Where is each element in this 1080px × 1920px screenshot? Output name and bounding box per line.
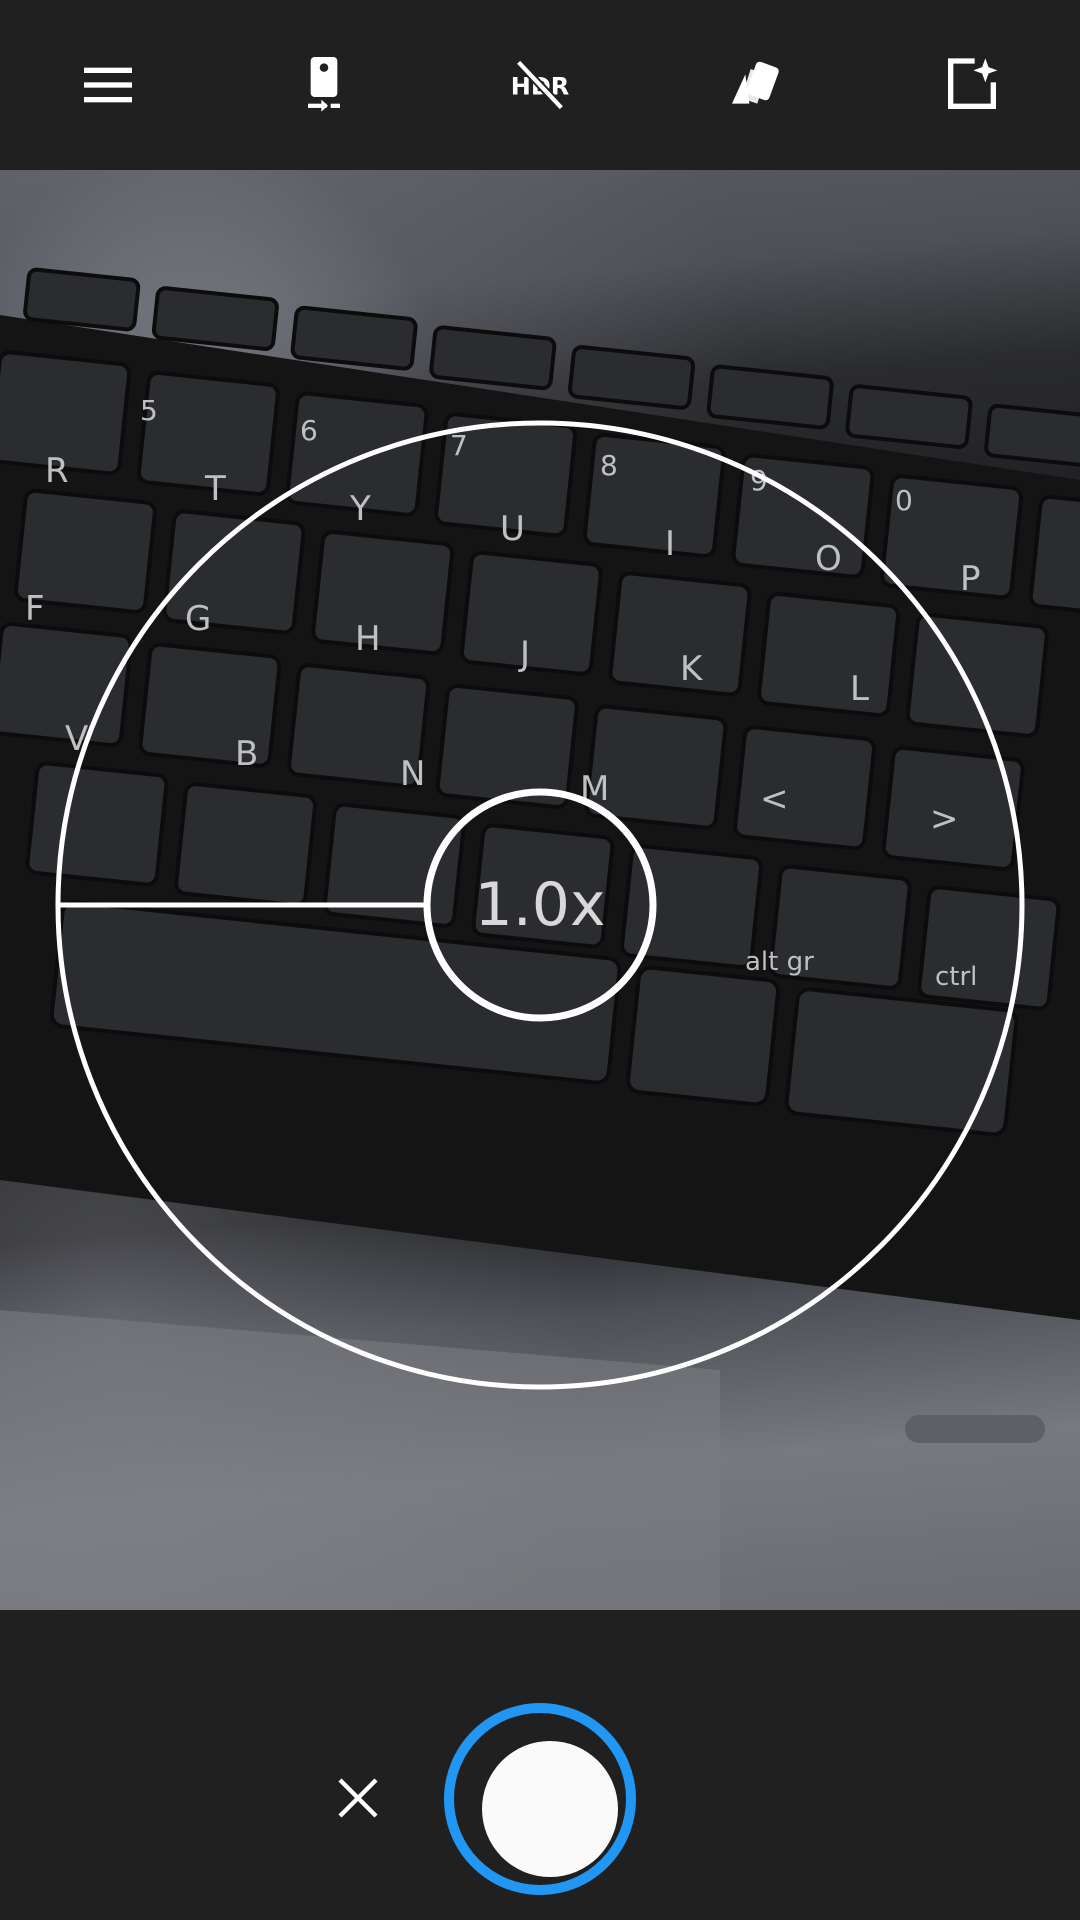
svg-text:Y: Y xyxy=(349,489,371,529)
zoom-level-label: 1.0x xyxy=(474,870,606,940)
svg-text:H: H xyxy=(355,619,381,659)
svg-text:alt gr: alt gr xyxy=(745,947,814,977)
shutter-button[interactable] xyxy=(444,1703,636,1895)
svg-text:9: 9 xyxy=(750,464,768,497)
menu-icon xyxy=(84,67,132,103)
svg-text:5: 5 xyxy=(140,394,158,427)
top-toolbar: HDR xyxy=(0,0,1080,170)
svg-text:N: N xyxy=(400,754,425,794)
svg-text:B: B xyxy=(235,734,258,774)
svg-text:>: > xyxy=(930,799,959,839)
svg-text:8: 8 xyxy=(600,449,618,482)
cancel-button[interactable] xyxy=(322,1762,394,1834)
svg-text:L: L xyxy=(850,669,869,709)
menu-button[interactable] xyxy=(66,43,150,127)
shutter-ring xyxy=(454,1713,626,1885)
svg-text:P: P xyxy=(960,559,981,599)
switch-camera-button[interactable] xyxy=(282,43,366,127)
shutter-inner xyxy=(482,1741,618,1877)
close-icon xyxy=(338,1778,378,1818)
auto-enhance-icon xyxy=(948,58,998,109)
svg-text:F: F xyxy=(25,589,45,629)
hdr-off-icon: HDR xyxy=(511,59,569,111)
filters-icon xyxy=(732,61,779,104)
svg-text:ctrl: ctrl xyxy=(935,962,977,992)
svg-text:U: U xyxy=(500,509,525,549)
svg-text:6: 6 xyxy=(300,414,318,447)
svg-text:R: R xyxy=(45,451,69,491)
filters-button[interactable] xyxy=(714,43,798,127)
switch-camera-icon xyxy=(308,57,340,112)
svg-text:T: T xyxy=(204,469,226,509)
svg-text:M: M xyxy=(580,769,609,809)
svg-text:<: < xyxy=(760,779,789,819)
svg-text:I: I xyxy=(665,524,675,564)
svg-text:O: O xyxy=(815,539,842,579)
hdr-button[interactable]: HDR xyxy=(498,43,582,127)
auto-enhance-button[interactable] xyxy=(930,43,1014,127)
svg-text:0: 0 xyxy=(895,484,913,517)
svg-text:G: G xyxy=(185,599,211,639)
svg-text:7: 7 xyxy=(450,429,468,462)
svg-text:J: J xyxy=(518,634,530,674)
svg-text:K: K xyxy=(680,649,704,689)
svg-text:V: V xyxy=(65,719,88,759)
